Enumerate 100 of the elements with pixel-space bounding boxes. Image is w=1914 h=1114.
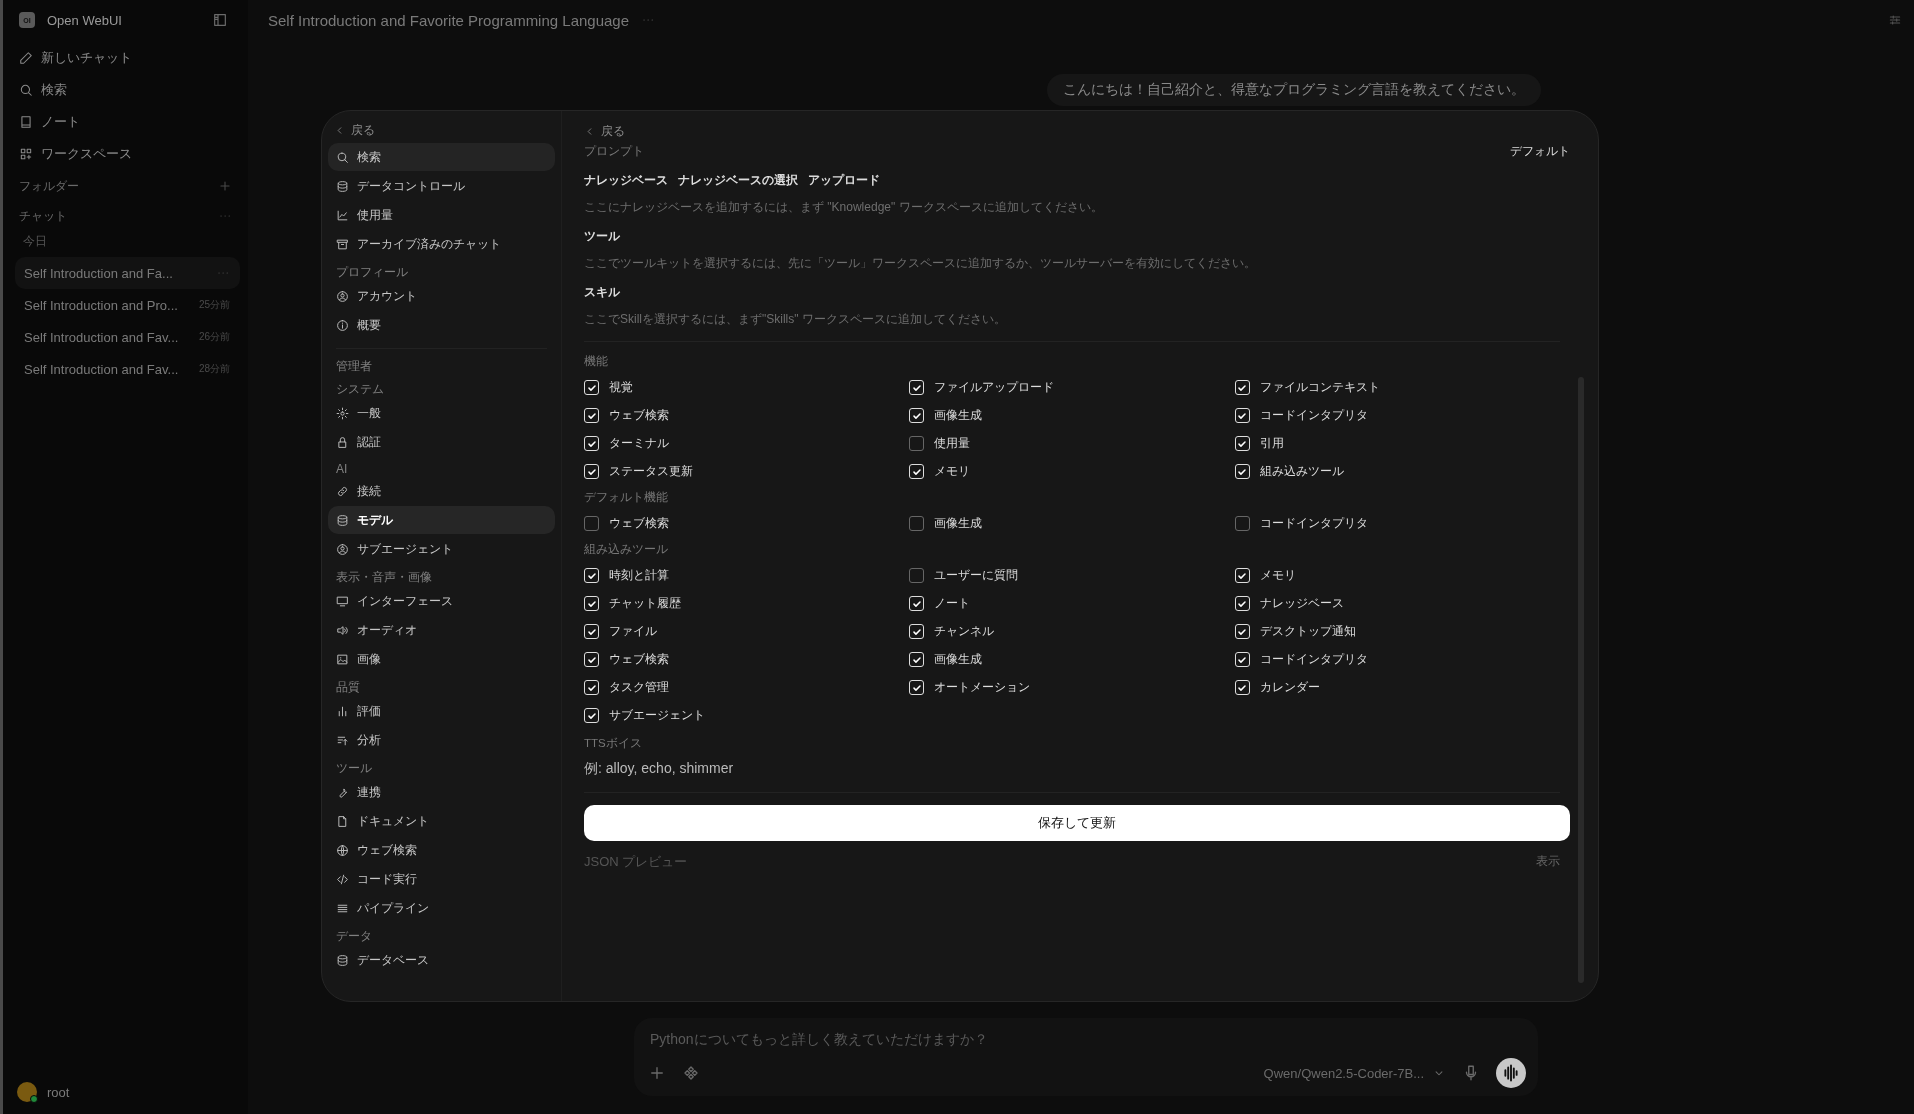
nav-section-heading: 品質 — [335, 679, 361, 696]
settings-nav-item[interactable]: データコントロール — [328, 172, 555, 200]
archive-icon — [336, 237, 349, 251]
checkbox-option[interactable]: ウェブ検索 — [584, 649, 669, 670]
settings-nav-item[interactable]: アーカイブ済みのチャット — [328, 230, 555, 258]
sidebar-item[interactable]: 検索 — [15, 74, 240, 106]
nav-section-heading: データ — [335, 928, 373, 945]
back-link[interactable]: 戻る — [328, 117, 375, 143]
checkbox[interactable] — [1234, 516, 1250, 531]
checkbox-option[interactable]: コードインタプリタ — [1234, 513, 1368, 534]
checkbox-option[interactable]: メモリ — [909, 461, 971, 482]
checkbox-option[interactable]: チャンネル — [909, 621, 995, 642]
settings-nav-item[interactable]: サブエージェント — [328, 535, 555, 563]
nav-section-heading: プロフィール — [335, 264, 409, 281]
checkbox-option[interactable]: 画像生成 — [909, 649, 983, 670]
settings-nav-item[interactable]: アカウント — [328, 282, 555, 310]
checkbox-option[interactable]: 視覚 — [584, 377, 633, 398]
checkbox-option[interactable]: ターミナル — [584, 433, 669, 454]
settings-nav-item[interactable]: オーディオ — [328, 616, 555, 644]
checkbox[interactable] — [909, 568, 925, 583]
monitor-icon — [336, 594, 349, 608]
settings-nav-item[interactable]: モデル — [328, 506, 555, 534]
select-knowledge-button[interactable]: ナレッジベースの選択 — [678, 172, 798, 189]
search-icon — [19, 83, 33, 97]
save-button[interactable]: 保存して更新 — [584, 805, 1570, 841]
checkbox-option[interactable]: コードインタプリタ — [1234, 649, 1368, 670]
checkbox-option[interactable]: ノート — [909, 593, 971, 614]
hint-text: ここでツールキットを選択するには、先に「ツール」ワークスペースに追加するか、ツールサーバーを有効にしてください。 — [584, 255, 1257, 272]
settings-nav-item[interactable]: 連携 — [328, 778, 555, 806]
checkbox-option[interactable]: 使用量 — [909, 433, 971, 454]
settings-nav-item[interactable]: パイプライン — [328, 894, 555, 922]
settings-nav-item[interactable]: ドキュメント — [328, 807, 555, 835]
checkbox-option[interactable]: 画像生成 — [909, 513, 983, 534]
checkbox-option[interactable]: ウェブ検索 — [584, 513, 669, 534]
hint-text: ここにナレッジベースを追加するには、まず "Knowledge" ワークスペースに追加してください。 — [584, 199, 1104, 216]
search-icon — [336, 150, 349, 164]
grid-icon — [19, 147, 33, 161]
checkbox-option[interactable]: カレンダー — [1234, 677, 1320, 698]
checkbox-option[interactable]: ステータス更新 — [584, 461, 693, 482]
voice-mode-icon[interactable] — [1496, 1058, 1526, 1088]
settings-nav-item[interactable]: 使用量 — [328, 201, 555, 229]
checkbox-option[interactable]: オートメーション — [909, 677, 1031, 698]
checkbox[interactable] — [584, 516, 599, 531]
checkbox[interactable] — [909, 516, 925, 531]
user-icon — [336, 289, 349, 303]
checkbox-option[interactable]: デスクトップ通知 — [1234, 621, 1356, 642]
plus-icon[interactable] — [648, 1064, 666, 1082]
checkbox-option[interactable]: 組み込みツール — [1234, 461, 1344, 482]
knowledge-label: ナレッジベース — [584, 172, 668, 189]
checkbox-option[interactable]: ファイルアップロード — [909, 377, 1055, 398]
model-selector[interactable]: Qwen/Qwen2.5-Coder-7B... — [1263, 1065, 1424, 1081]
sidebar-item[interactable]: 新しいチャット — [15, 42, 240, 74]
tools-label: ツール — [584, 228, 621, 245]
checkbox-option[interactable]: サブエージェント — [584, 705, 705, 726]
date-group-label: 今日 — [22, 234, 48, 249]
nav-section-heading: 管理者 — [335, 358, 373, 375]
back-link[interactable]: 戻る — [584, 119, 625, 143]
settings-nav-item[interactable]: インターフェース — [328, 587, 555, 615]
settings-nav-item[interactable]: ウェブ検索 — [328, 836, 555, 864]
checkbox-option[interactable]: ファイルコンテキスト — [1234, 377, 1380, 398]
app-name: Open WebUI — [47, 12, 123, 28]
skills-label: スキル — [584, 284, 621, 301]
checkbox-option[interactable]: 引用 — [1234, 433, 1284, 454]
settings-nav-item[interactable]: コード実行 — [328, 865, 555, 893]
settings-nav-item[interactable]: 概要 — [328, 311, 555, 339]
settings-nav-item[interactable]: データベース — [328, 946, 555, 974]
message-composer[interactable]: Pythonについてもっと詳しく教えていただけますか？ Qwen/Qwen2.5-Coder-7B... — [634, 1018, 1538, 1096]
checkbox-option[interactable]: タスク管理 — [584, 677, 669, 698]
settings-nav-item[interactable]: 画像 — [328, 645, 555, 673]
checkbox-option[interactable]: コードインタプリタ — [1234, 405, 1368, 426]
chat-item[interactable]: Self Introduction and Fa... — [15, 257, 240, 289]
checkbox-option[interactable]: ナレッジベース — [1234, 593, 1344, 614]
nav-section-heading: ツール — [335, 760, 373, 777]
checkbox[interactable] — [909, 436, 925, 451]
sidebar-item[interactable]: ワークスペース — [15, 138, 240, 170]
settings-nav-item[interactable]: 一般 — [328, 399, 555, 427]
checkbox-option[interactable]: ウェブ検索 — [584, 405, 669, 426]
checkbox-option[interactable]: 画像生成 — [909, 405, 983, 426]
checkbox-option[interactable]: 時刻と計算 — [584, 565, 669, 586]
chart-icon — [336, 208, 349, 222]
upload-button[interactable]: アップロード — [808, 172, 880, 189]
link-icon — [336, 484, 349, 498]
avatar[interactable] — [17, 1082, 37, 1102]
database-icon — [336, 179, 349, 193]
settings-nav-item[interactable]: 評価 — [328, 697, 555, 725]
settings-nav-item[interactable]: 検索 — [328, 143, 555, 171]
tools-icon[interactable] — [682, 1064, 700, 1082]
sidebar-item[interactable]: ノート — [15, 106, 240, 138]
checkbox-option[interactable]: メモリ — [1234, 565, 1296, 586]
checkbox-option[interactable]: チャット履歴 — [584, 593, 681, 614]
tts-voice-field[interactable]: 例: alloy, echo, shimmer — [584, 760, 984, 776]
checkbox-option[interactable]: ユーザーに質問 — [909, 565, 1019, 586]
sidebar-toggle-icon[interactable] — [212, 12, 228, 28]
checkbox-option[interactable]: ファイル — [584, 621, 657, 642]
chats-label: チャット — [19, 207, 67, 225]
settings-nav-item[interactable]: 認証 — [328, 428, 555, 456]
settings-nav-item[interactable]: 接続 — [328, 477, 555, 505]
prompt-label: プロンプト — [584, 144, 644, 159]
settings-nav-item[interactable]: 分析 — [328, 726, 555, 754]
prompt-mode-toggle[interactable]: デフォルト — [1510, 143, 1570, 160]
